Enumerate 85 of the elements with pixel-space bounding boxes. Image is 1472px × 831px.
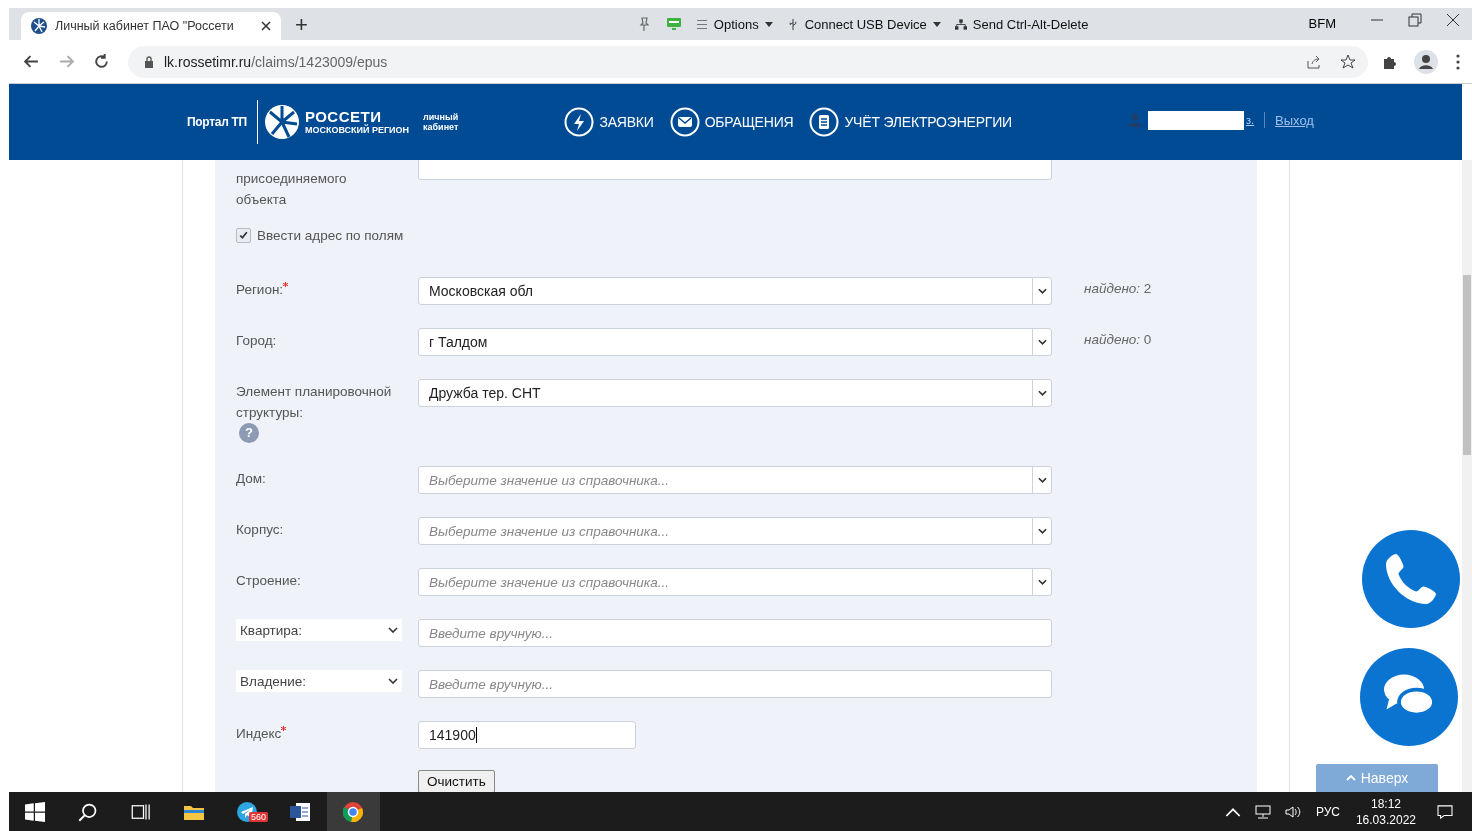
field-label: Элемент планировочной структуры: <box>236 383 393 422</box>
field-type-dropdown[interactable]: Квартира: <box>236 619 402 641</box>
chevron-icon <box>388 678 398 684</box>
chevron-icon <box>388 627 398 633</box>
field-label: Регион: <box>236 281 284 299</box>
field-type-dropdown[interactable]: Владение: <box>236 670 402 692</box>
chevron-up-icon <box>1345 775 1356 781</box>
select-field[interactable]: Выберите значение из справочника... <box>418 568 1052 596</box>
checkbox[interactable] <box>236 228 251 243</box>
notification-icon[interactable] <box>1437 804 1453 819</box>
options-menu[interactable]: Options <box>695 16 773 32</box>
document-app-icon[interactable] <box>290 801 310 822</box>
scrollbar[interactable] <box>1462 160 1472 792</box>
logo-title: РОССЕТИ <box>304 108 383 125</box>
input-field[interactable]: Введите вручную... <box>418 670 1052 698</box>
chevron-icon <box>1037 339 1047 345</box>
tab-title: Личный кабинет ПАО "Россети <box>55 19 235 33</box>
browser-tab[interactable]: Личный кабинет ПАО "Россети <box>21 12 281 40</box>
lock-icon <box>144 55 154 68</box>
found-count: найдено: 0 <box>1084 331 1152 347</box>
more-icon[interactable] <box>1456 53 1460 70</box>
field-label: Город: <box>236 332 277 350</box>
caret-icon <box>764 21 773 27</box>
clear-button[interactable]: Очистить <box>418 770 495 792</box>
field-label: Индекс <box>236 725 282 743</box>
checkbox-label: Ввести адрес по полям <box>257 228 404 243</box>
found-count: найдено: 2 <box>1084 280 1152 296</box>
star-icon[interactable] <box>1340 53 1356 70</box>
address-bar[interactable]: lk.rossetimr.ru/claims/1423009/epus <box>128 45 1368 78</box>
close-icon[interactable] <box>261 21 271 31</box>
nav-link[interactable]: УЧЁТ ЭЛЕКТРОЭНЕРГИИ <box>809 107 1012 137</box>
select-field[interactable]: Дружба тер. СНТ <box>418 379 1052 407</box>
select-field[interactable]: Московская обл <box>418 277 1052 305</box>
network-icon <box>954 17 967 31</box>
menu-icon <box>695 17 708 31</box>
user-icon <box>1127 113 1142 127</box>
checkmark-icon <box>238 230 249 241</box>
select-field[interactable]: Выберите значение из справочника... <box>418 466 1052 494</box>
logout-link[interactable]: Выход <box>1275 112 1314 128</box>
chevron-icon <box>1037 288 1047 294</box>
user-name-link[interactable]: з. <box>1245 114 1255 126</box>
close-icon[interactable] <box>1445 12 1461 28</box>
usb-menu[interactable]: Connect USB Device <box>786 16 941 32</box>
caret-icon <box>932 21 941 27</box>
browser-app-icon[interactable] <box>343 801 363 822</box>
share-icon[interactable] <box>1306 53 1322 70</box>
input-field[interactable]: Введите вручную... <box>418 619 1052 647</box>
restore-icon[interactable] <box>1407 12 1423 28</box>
chevron-icon <box>1037 477 1047 483</box>
chevron-icon <box>1037 390 1047 396</box>
user-label: BFM <box>1308 15 1336 33</box>
back-icon[interactable] <box>23 53 40 70</box>
portal-link[interactable]: Портал ТП <box>187 115 247 129</box>
language-indicator[interactable]: РУС <box>1315 804 1340 819</box>
field-label: Строение: <box>236 572 301 590</box>
speaker-icon[interactable] <box>1284 804 1301 819</box>
logo-subtitle: МОСКОВСКИЙ РЕГИОН <box>304 124 410 136</box>
new-tab-button[interactable]: + <box>295 12 308 38</box>
cabinet-label: личный кабинет <box>423 112 459 132</box>
send-keys-button[interactable]: Send Ctrl-Alt-Delete <box>954 16 1089 32</box>
chevron-icon <box>1037 579 1047 585</box>
select-field[interactable] <box>418 160 1052 180</box>
notification-badge: 560 <box>249 811 269 822</box>
chevron-icon <box>1037 528 1047 534</box>
nav-link[interactable]: ОБРАЩЕНИЯ <box>669 107 794 137</box>
reload-icon[interactable] <box>93 53 110 70</box>
field-label: Корпус: <box>236 521 284 539</box>
search-icon[interactable] <box>78 801 98 822</box>
clock[interactable]: 18:12 16.03.2022 <box>1355 795 1416 828</box>
field-label: Дом: <box>236 470 266 488</box>
network-icon[interactable] <box>1254 804 1271 819</box>
globe-logo-icon <box>263 104 300 140</box>
windows-start-icon[interactable] <box>25 801 45 822</box>
select-field[interactable]: Выберите значение из справочника... <box>418 517 1052 545</box>
select-field[interactable]: г Талдом <box>418 328 1052 356</box>
profile-icon[interactable] <box>1414 49 1438 74</box>
monitor-icon[interactable] <box>665 16 682 32</box>
globe-logo-icon <box>31 18 47 34</box>
field-label: присоединяемого объекта <box>236 170 348 209</box>
lightning-icon <box>564 107 595 137</box>
input-field[interactable]: 141900 <box>418 721 636 749</box>
document-icon <box>809 107 840 137</box>
envelope-icon <box>669 107 700 137</box>
nav-link[interactable]: ЗАЯВКИ <box>564 107 654 137</box>
url-text: lk.rossetimr.ru/claims/1423009/epus <box>164 53 388 70</box>
